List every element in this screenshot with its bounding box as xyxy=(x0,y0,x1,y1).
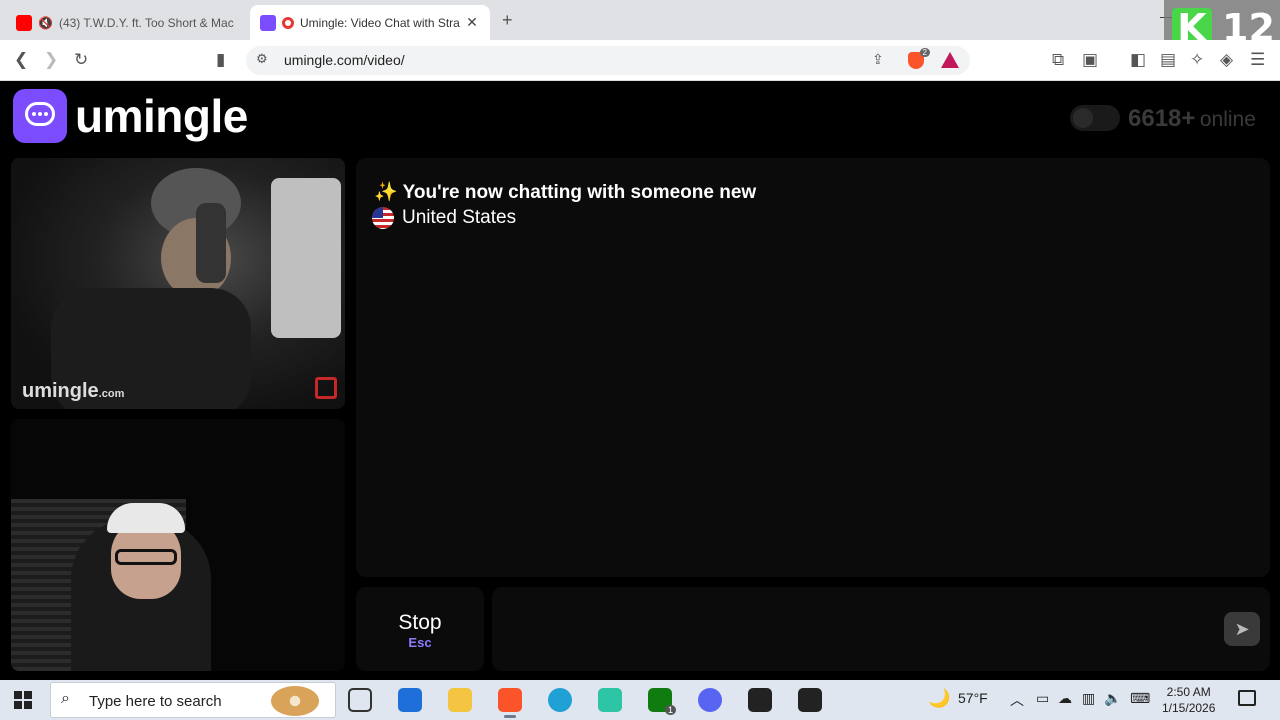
onedrive-icon[interactable]: ☁ xyxy=(1058,690,1072,707)
send-button[interactable]: ➤ xyxy=(1224,612,1260,646)
forward-icon[interactable]: ❯ xyxy=(44,50,58,70)
microsoft-store-icon[interactable] xyxy=(398,688,422,712)
back-icon[interactable]: ❮ xyxy=(14,50,28,70)
meet-icon[interactable]: ▭ xyxy=(1036,690,1049,707)
tab-title: (43) T.W.D.Y. ft. Too Short & Mac xyxy=(58,15,234,30)
recording-icon xyxy=(282,16,294,29)
task-view-icon[interactable] xyxy=(348,688,372,712)
us-flag-icon xyxy=(372,207,394,229)
bagel-icon xyxy=(271,686,319,716)
toggle-knob xyxy=(1073,108,1093,128)
extensions-icon[interactable]: ⧉ xyxy=(1052,50,1064,70)
volume-icon[interactable]: 🔈 xyxy=(1104,690,1121,707)
online-label: online xyxy=(1199,108,1256,131)
windows-taskbar: ⌕ Type here to search 1 🌙 57°F ︿ ▭ ☁ ▥ 🔈… xyxy=(0,680,1280,720)
site-info-icon[interactable]: ⚙ xyxy=(256,51,268,67)
umingle-logo-icon[interactable] xyxy=(13,89,67,143)
app-icon[interactable] xyxy=(598,688,622,712)
address-bar[interactable]: ⚙ umingle.com/video/ ⇪ xyxy=(246,46,970,75)
tab-youtube[interactable]: 🔇 (43) T.W.D.Y. ft. Too Short & Mac xyxy=(6,5,246,40)
umingle-page: umingle 6618+ online umingle.com ✨ You'r… xyxy=(0,81,1280,680)
shields-badge: 2 xyxy=(919,48,930,57)
file-explorer-icon[interactable] xyxy=(448,688,472,712)
share-icon[interactable]: ⇪ xyxy=(872,51,884,68)
esc-shortcut: Esc xyxy=(408,635,432,650)
stop-button[interactable]: Stop Esc xyxy=(356,587,484,671)
bookmark-icon[interactable]: ▮ xyxy=(216,50,225,70)
muted-speaker-icon[interactable]: 🔇 xyxy=(38,16,53,30)
xbox-badge: 1 xyxy=(664,705,676,715)
chat-status: ✨ You're now chatting with someone new xyxy=(374,180,756,204)
red-logo-icon xyxy=(315,377,337,399)
logo-text[interactable]: umingle xyxy=(75,89,248,143)
notification-icon[interactable] xyxy=(1238,690,1256,706)
stop-label: Stop xyxy=(398,611,442,634)
taskbar-search[interactable]: ⌕ Type here to search xyxy=(50,682,336,718)
status-message: You're now chatting with someone new xyxy=(402,182,757,203)
brave-browser-icon[interactable] xyxy=(498,688,522,718)
country-name: United States xyxy=(402,207,517,228)
nvidia-icon[interactable] xyxy=(748,688,772,712)
online-counter: 6618+ online xyxy=(1128,105,1256,133)
close-tab-icon[interactable]: ✕ xyxy=(464,14,480,31)
sparkle-icon: ✨ xyxy=(374,182,398,203)
menu-icon[interactable]: ☰ xyxy=(1250,50,1265,70)
stranger-country: United States xyxy=(372,207,516,229)
umingle-favicon-icon xyxy=(260,14,276,31)
reader-icon[interactable]: ▣ xyxy=(1082,50,1098,70)
moon-weather-icon[interactable]: 🌙 xyxy=(928,688,950,709)
leo-ai-icon[interactable]: ✧ xyxy=(1190,50,1204,70)
search-icon: ⌕ xyxy=(61,690,70,707)
xbox-icon[interactable]: 1 xyxy=(648,688,676,715)
system-clock[interactable]: 2:50 AM 1/15/2026 xyxy=(1162,684,1215,716)
youtube-icon xyxy=(16,14,32,31)
discord-icon[interactable] xyxy=(698,688,722,712)
clock-date: 1/15/2026 xyxy=(1162,701,1216,715)
video-watermark: umingle.com xyxy=(22,380,125,402)
message-input[interactable]: ➤ xyxy=(492,587,1270,671)
chevron-up-icon[interactable]: ︿ xyxy=(1010,690,1024,710)
weather-temp[interactable]: 57°F xyxy=(958,690,988,706)
brave-shields-icon[interactable]: 2 xyxy=(908,48,930,69)
chat-panel: ✨ You're now chatting with someone new U… xyxy=(356,158,1270,577)
start-button[interactable] xyxy=(14,691,32,709)
glasses xyxy=(115,549,177,565)
send-icon: ➤ xyxy=(1234,618,1250,639)
edge-icon[interactable] xyxy=(548,688,572,712)
wallet-icon[interactable]: ▤ xyxy=(1160,50,1176,70)
sidebar-icon[interactable]: ◧ xyxy=(1130,50,1146,70)
network-icon[interactable]: ▥ xyxy=(1082,690,1095,707)
chat-bubble-icon xyxy=(25,102,55,126)
theme-toggle[interactable] xyxy=(1070,105,1120,131)
background-cloth xyxy=(271,178,341,338)
search-placeholder: Type here to search xyxy=(89,693,222,710)
monitor-icon[interactable] xyxy=(798,688,822,712)
online-count: 6618+ xyxy=(1128,105,1196,132)
microphone xyxy=(196,203,226,283)
brave-rewards-icon[interactable] xyxy=(941,52,959,68)
keyboard-icon[interactable]: ⌨ xyxy=(1130,690,1150,707)
reload-icon[interactable]: ↻ xyxy=(74,50,88,70)
vpn-icon[interactable]: ◈ xyxy=(1220,50,1233,70)
tab-umingle[interactable]: Umingle: Video Chat with Stra ✕ xyxy=(250,5,490,40)
clock-time: 2:50 AM xyxy=(1166,685,1211,699)
captain-hat xyxy=(107,503,185,533)
new-tab-button[interactable]: + xyxy=(502,10,513,31)
tab-title: Umingle: Video Chat with Stra xyxy=(300,15,460,30)
self-video xyxy=(11,419,345,671)
url-text: umingle.com/video/ xyxy=(284,52,405,68)
tab-bar: 🔇 (43) T.W.D.Y. ft. Too Short & Mac Umin… xyxy=(0,0,1280,56)
stranger-video: umingle.com xyxy=(11,158,345,409)
